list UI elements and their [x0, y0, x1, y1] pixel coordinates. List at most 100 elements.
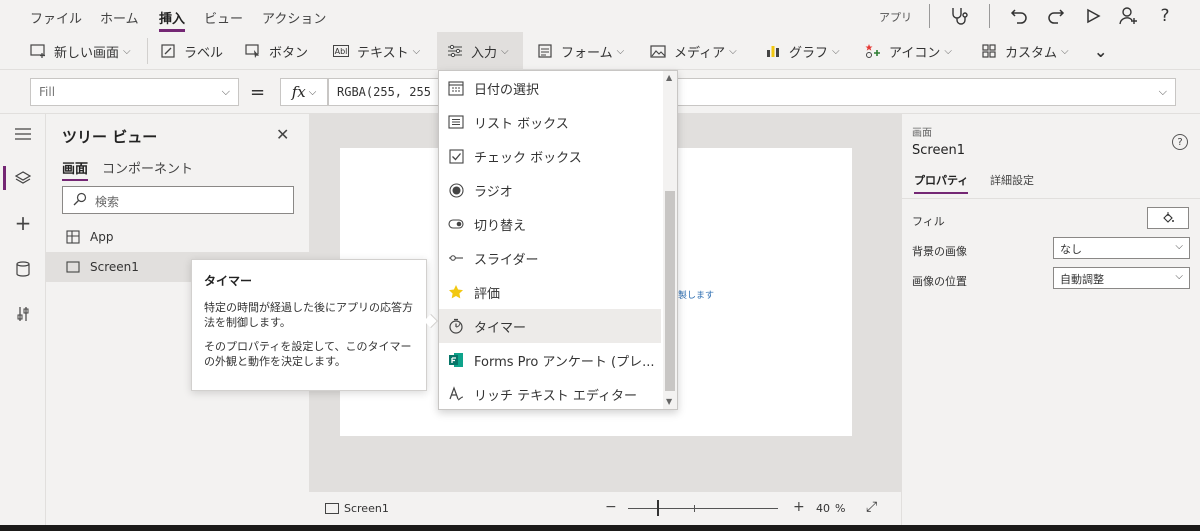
menu-action[interactable]: アクション [262, 8, 326, 27]
background-image-label: 背景の画像 [912, 245, 967, 258]
hamburger-icon[interactable] [11, 122, 35, 146]
scroll-down-icon[interactable]: ▼ [666, 397, 672, 406]
tools-icon[interactable] [11, 302, 35, 326]
zoom-in-button[interactable]: + [793, 499, 805, 515]
image-position-select[interactable]: 自動調整 ⌵ [1053, 267, 1190, 289]
background-image-select[interactable]: なし ⌵ [1053, 237, 1190, 259]
slider-icon [448, 250, 464, 266]
zoom-value: 40 [816, 502, 830, 515]
menu-item-radio[interactable]: ラジオ [439, 173, 661, 207]
taskbar-strip [0, 525, 1200, 531]
play-icon[interactable] [1081, 4, 1105, 28]
chevron-down-icon: ⌵ [1061, 45, 1069, 57]
chevron-down-icon: ⌵ [308, 86, 317, 98]
fit-to-window-icon[interactable]: ⤢ [866, 499, 877, 515]
screen-icon [325, 503, 339, 514]
toggle-icon [448, 216, 464, 232]
app-icon [66, 230, 82, 244]
stethoscope-icon[interactable] [947, 4, 971, 28]
chevron-down-icon: ⌵ [123, 45, 131, 57]
button-button[interactable]: ボタン [245, 32, 308, 70]
zoom-slider-handle[interactable] [657, 500, 659, 516]
zoom-out-button[interactable]: − [605, 499, 617, 515]
equals-sign: = [250, 82, 266, 103]
close-icon[interactable]: ✕ [276, 125, 289, 144]
form-button[interactable]: フォーム ⌵ [537, 32, 624, 70]
tooltip-description-2: そのプロパティを設定して、このタイマーの外観と動作を決定します。 [204, 340, 412, 368]
label-icon [160, 43, 176, 59]
chevron-down-icon: ⌵ [616, 45, 625, 57]
canvas-hint-text: 製します [678, 291, 715, 301]
tab-components[interactable]: コンポーネント [102, 158, 193, 177]
menu-item-rich-text-editor[interactable]: リッチ テキスト エディター [439, 377, 661, 411]
menu-home[interactable]: ホーム [100, 8, 139, 27]
text-button[interactable]: Abl テキスト ⌵ [333, 32, 420, 70]
chevron-down-icon: ⌵ [1175, 241, 1183, 252]
menu-item-rating[interactable]: 評価 [439, 275, 661, 309]
menu-item-forms-pro[interactable]: Forms Pro アンケート (プレ... [439, 343, 661, 377]
rich-text-icon [448, 386, 464, 402]
custom-icon [981, 43, 997, 59]
button-icon [245, 43, 261, 59]
media-button[interactable]: メディア ⌵ [650, 32, 737, 70]
help-icon[interactable]: ? [1153, 4, 1177, 28]
paint-bucket-icon [1163, 212, 1174, 223]
menu-item-list-box[interactable]: リスト ボックス [439, 105, 661, 139]
chevron-down-icon: ⌵ [1175, 271, 1183, 282]
label-button[interactable]: ラベル [160, 32, 223, 70]
new-screen-button[interactable]: 新しい画面 ⌵ [30, 32, 131, 70]
more-chevron-icon[interactable]: ⌄ [1094, 32, 1107, 70]
chevron-down-icon[interactable]: ⌵ [1159, 85, 1167, 99]
property-select[interactable]: Fill ⌵ [30, 78, 239, 106]
screen-icon [66, 260, 82, 274]
menu-scrollbar[interactable]: ▲ ▼ [663, 71, 677, 409]
add-icon[interactable]: + [11, 211, 35, 235]
menu-view[interactable]: ビュー [204, 8, 243, 27]
chart-button[interactable]: グラフ ⌵ [765, 32, 840, 70]
menu-item-date-picker[interactable]: 日付の選択 [439, 71, 661, 105]
tree-node-app[interactable]: App [46, 222, 309, 252]
icons-button[interactable]: アイコン ⌵ [865, 32, 952, 70]
tab-screens[interactable]: 画面 [62, 158, 89, 181]
tab-advanced[interactable]: 詳細設定 [990, 172, 1034, 188]
fill-color-button[interactable] [1147, 207, 1189, 229]
status-bar: Screen1 − + 40 % ⤢ [309, 491, 901, 525]
fx-button[interactable]: fx ⌵ [280, 78, 328, 106]
chevron-down-icon: ⌵ [832, 45, 840, 57]
input-dropdown-menu: 日付の選択 リスト ボックス チェック ボックス ラジオ 切り替え スライダー … [438, 70, 678, 410]
menu-item-toggle[interactable]: 切り替え [439, 207, 661, 241]
control-name: Screen1 [912, 143, 965, 158]
help-circle-icon[interactable]: ? [1172, 134, 1188, 150]
menu-insert[interactable]: 挿入 [159, 8, 186, 32]
input-button[interactable]: 入力 ⌵ [437, 32, 523, 70]
scroll-up-icon[interactable]: ▲ [666, 73, 672, 82]
redo-icon[interactable] [1044, 4, 1068, 28]
scrollbar-thumb[interactable] [665, 191, 675, 391]
app-checker-label[interactable]: アプリ [879, 9, 912, 25]
tree-view-title: ツリー ビュー [62, 128, 158, 146]
menu-item-checkbox[interactable]: チェック ボックス [439, 139, 661, 173]
layers-icon[interactable] [11, 166, 35, 190]
divider [902, 198, 1200, 199]
undo-icon[interactable] [1007, 4, 1031, 28]
menu-bar: ファイル ホーム 挿入 ビュー アクション アプリ ? [0, 0, 1200, 32]
tree-search-input[interactable]: 検索 [62, 186, 294, 214]
radio-icon [448, 182, 464, 198]
database-icon[interactable] [11, 257, 35, 281]
listbox-icon [448, 114, 464, 130]
image-position-label: 画像の位置 [912, 275, 967, 288]
properties-panel: 画面 Screen1 ? プロパティ 詳細設定 フィル 背景の画像 なし ⌵ 画… [901, 114, 1200, 525]
menu-item-timer[interactable]: タイマー [439, 309, 661, 343]
custom-button[interactable]: カスタム ⌵ [981, 32, 1069, 70]
divider [989, 4, 990, 28]
forms-pro-icon [448, 352, 464, 368]
zoom-slider[interactable] [628, 508, 778, 509]
chevron-down-icon: ⌵ [412, 45, 421, 57]
screen-indicator[interactable]: Screen1 [325, 502, 389, 515]
menu-file[interactable]: ファイル [30, 8, 82, 27]
chevron-down-icon: ⌵ [944, 45, 952, 57]
menu-item-slider[interactable]: スライダー [439, 241, 661, 275]
calendar-icon [448, 80, 464, 96]
share-user-icon[interactable] [1117, 4, 1141, 28]
tab-properties[interactable]: プロパティ [914, 172, 969, 194]
